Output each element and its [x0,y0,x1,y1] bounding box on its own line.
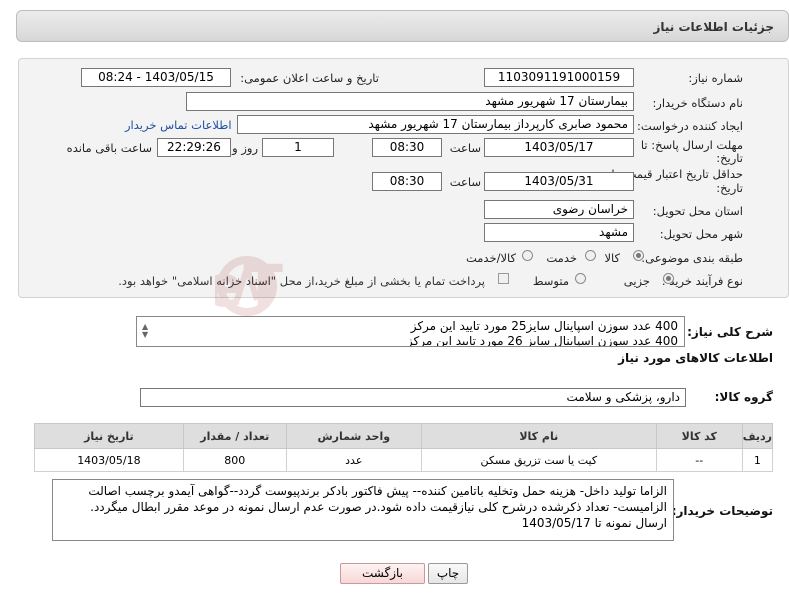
city-field: مشهد [484,223,634,242]
col-date-header: تاریخ نیاز [34,423,184,449]
category-label: طبقه بندی موضوعی: [641,251,743,265]
announce-datetime-field: 1403/05/15 - 08:24 [81,68,231,87]
buyer-org-label: نام دستگاه خریدار: [652,96,743,110]
cell-unit: عدد [285,448,422,472]
summary-line-1: 400 عدد سوزن اسپاینال سایز25 مورد تایید … [410,319,678,333]
category-goods-radio[interactable] [633,250,644,261]
need-number-field: 1103091191000159 [484,68,634,87]
summary-line-2: 400 عدد سوزن اسپاینال سایز 26 مورد تایید… [406,334,678,347]
summary-label: شرح کلی نیاز: [687,325,773,339]
summary-textarea[interactable]: 400 عدد سوزن اسپاینال سایز25 مورد تایید … [136,316,685,347]
purchase-medium-radio[interactable] [575,273,586,284]
category-service-option: خدمت [546,251,577,265]
province-field: خراسان رضوی [484,200,634,219]
purchase-medium-option: متوسط [532,274,569,288]
deadline-date-field: 1403/05/17 [484,138,634,157]
buyer-org-field: بیمارستان 17 شهریور مشهد [186,92,634,111]
category-goods-service-option: کالا/خدمت [465,251,516,265]
cell-row: 1 [741,448,774,472]
deadline-time-field: 08:30 [372,138,442,157]
creator-field: محمود صابری کارپرداز بیمارستان 17 شهریور… [237,115,634,134]
days-remaining-field: 1 [262,138,334,157]
purchase-minor-option: جزیی [623,274,650,288]
days-label: روز و [232,141,258,155]
goods-table: ردیف کد کالا نام کالا واحد شمارش تعداد /… [34,423,774,472]
goods-table-header: ردیف کد کالا نام کالا واحد شمارش تعداد /… [34,423,774,449]
time-remaining-label: ساعت باقی مانده [66,141,152,155]
col-row-header: ردیف [741,423,774,449]
page-title: جزئیات اطلاعات نیاز [653,20,774,34]
buyer-contact-link[interactable]: اطلاعات تماس خریدار [125,118,232,132]
cell-qty: 800 [182,448,287,472]
province-label: استان محل تحویل: [652,204,743,218]
price-validity-time-field: 08:30 [372,172,442,191]
treasury-payment-note: پرداخت تمام یا بخشی از مبلغ خرید،از محل … [118,274,485,288]
cell-code: -- [655,448,743,472]
goods-group-field: دارو، پزشکی و سلامت [140,388,686,407]
time-remaining-field: 22:29:26 [157,138,231,157]
goods-group-label: گروه کالا: [714,390,773,404]
treasury-payment-checkbox[interactable] [498,273,509,284]
col-name-header: نام کالا [420,423,657,449]
buyer-notes-textarea[interactable]: الزاما تولید داخل- هزینه حمل وتخلیه باتا… [52,479,674,541]
purchase-minor-radio[interactable] [663,273,674,284]
announce-datetime-label: تاریخ و ساعت اعلان عمومی: [240,71,379,85]
col-qty-header: تعداد / مقدار [182,423,287,449]
city-label: شهر محل تحویل: [659,227,743,241]
need-number-label: شماره نیاز: [688,71,743,85]
category-service-radio[interactable] [585,250,596,261]
price-validity-time-label: ساعت [449,175,481,189]
buyer-notes-label: توضیحات خریدار: [671,504,773,518]
deadline-time-label: ساعت [449,141,481,155]
scroll-down-icon[interactable]: ▼ [142,327,148,342]
col-unit-header: واحد شمارش [285,423,422,449]
cell-name: کیت یا ست تزریق مسکن [420,448,657,472]
cell-date: 1403/05/18 [34,448,184,472]
print-button[interactable]: چاپ [428,563,468,584]
creator-label: ایجاد کننده درخواست: [637,119,743,133]
page-header: جزئیات اطلاعات نیاز [16,10,789,42]
table-row: 1 -- کیت یا ست تزریق مسکن عدد 800 1403/0… [34,448,774,472]
deadline-date-label: تاریخ: [716,151,743,165]
price-validity-date-label: تاریخ: [716,181,743,195]
category-goods-option: کالا [604,251,620,265]
col-code-header: کد کالا [655,423,743,449]
back-button[interactable]: بازگشت [340,563,425,584]
category-goods-service-radio[interactable] [522,250,533,261]
goods-section-title: اطلاعات کالاهای مورد نیاز [618,351,773,365]
purchase-type-label: نوع فرآیند خرید : [661,274,743,288]
deadline-label: مهلت ارسال پاسخ: تا [640,138,743,152]
price-validity-date-field: 1403/05/31 [484,172,634,191]
